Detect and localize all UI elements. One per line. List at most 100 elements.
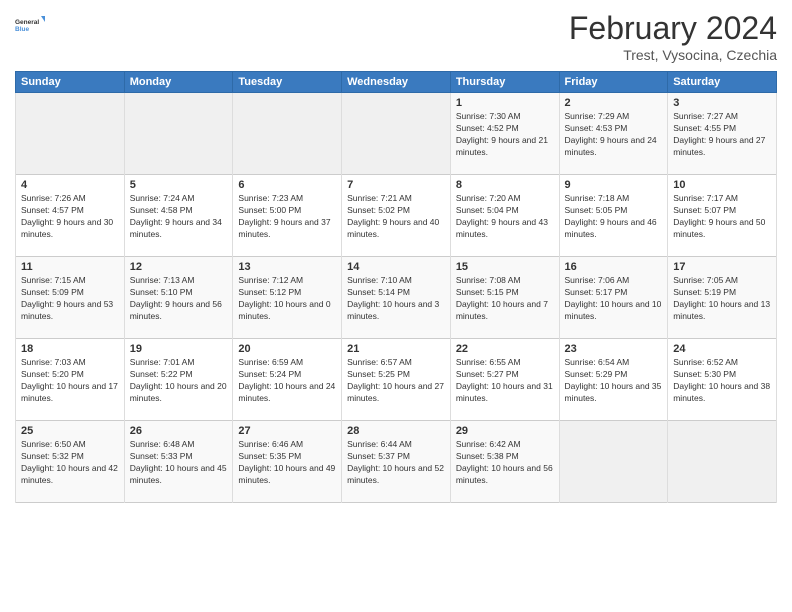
calendar-cell xyxy=(124,93,233,175)
day-number: 5 xyxy=(130,179,228,191)
day-number: 14 xyxy=(347,261,445,273)
day-info: Sunrise: 7:20 AMSunset: 5:04 PMDaylight:… xyxy=(456,193,554,241)
header-saturday: Saturday xyxy=(668,72,777,93)
day-info: Sunrise: 7:29 AMSunset: 4:53 PMDaylight:… xyxy=(565,111,663,159)
calendar-cell: 29 Sunrise: 6:42 AMSunset: 5:38 PMDayligh… xyxy=(450,421,559,503)
day-info: Sunrise: 6:50 AMSunset: 5:32 PMDaylight:… xyxy=(21,439,119,487)
day-info: Sunrise: 7:03 AMSunset: 5:20 PMDaylight:… xyxy=(21,357,119,405)
day-info: Sunrise: 7:21 AMSunset: 5:02 PMDaylight:… xyxy=(347,193,445,241)
header-friday: Friday xyxy=(559,72,668,93)
day-number: 12 xyxy=(130,261,228,273)
calendar-cell: 7Sunrise: 7:21 AMSunset: 5:02 PMDaylight… xyxy=(342,175,451,257)
day-number: 21 xyxy=(347,343,445,355)
day-info: Sunrise: 6:57 AMSunset: 5:25 PMDaylight:… xyxy=(347,357,445,405)
calendar-row-0: 1 Sunrise: 7:30 AMSunset: 4:52 PMDaylight… xyxy=(16,93,777,175)
day-info: Sunrise: 6:59 AMSunset: 5:24 PMDaylight:… xyxy=(238,357,336,405)
day-info: Sunrise: 6:55 AMSunset: 5:27 PMDaylight:… xyxy=(456,357,554,405)
calendar-row-3: 18 Sunrise: 7:03 AMSunset: 5:20 PMDayligh… xyxy=(16,339,777,421)
calendar-row-1: 4 Sunrise: 7:26 AMSunset: 4:57 PMDaylight… xyxy=(16,175,777,257)
day-info: Sunrise: 7:26 AMSunset: 4:57 PMDaylight:… xyxy=(21,193,119,241)
day-number: 4 xyxy=(21,179,119,191)
day-number: 15 xyxy=(456,261,554,273)
logo: General Blue xyxy=(15,10,45,40)
calendar-cell: 14 Sunrise: 7:10 AMSunset: 5:14 PMDayligh… xyxy=(342,257,451,339)
day-number: 18 xyxy=(21,343,119,355)
day-info: Sunrise: 7:24 AMSunset: 4:58 PMDaylight:… xyxy=(130,193,228,241)
day-info: Sunrise: 6:54 AMSunset: 5:29 PMDaylight:… xyxy=(565,357,663,405)
day-info: Sunrise: 7:15 AMSunset: 5:09 PMDaylight:… xyxy=(21,275,119,323)
day-number: 26 xyxy=(130,425,228,437)
calendar-table: Sunday Monday Tuesday Wednesday Thursday… xyxy=(15,71,777,503)
day-info: Sunrise: 7:06 AMSunset: 5:17 PMDaylight:… xyxy=(565,275,663,323)
day-number: 22 xyxy=(456,343,554,355)
day-number: 27 xyxy=(238,425,336,437)
header-thursday: Thursday xyxy=(450,72,559,93)
calendar-cell: 27 Sunrise: 6:46 AMSunset: 5:35 PMDayligh… xyxy=(233,421,342,503)
day-info: Sunrise: 6:52 AMSunset: 5:30 PMDaylight:… xyxy=(673,357,771,405)
day-info: Sunrise: 7:23 AMSunset: 5:00 PMDaylight:… xyxy=(238,193,336,241)
day-info: Sunrise: 7:30 AMSunset: 4:52 PMDaylight:… xyxy=(456,111,554,159)
svg-text:Blue: Blue xyxy=(15,26,29,33)
day-number: 1 xyxy=(456,97,554,109)
day-number: 13 xyxy=(238,261,336,273)
day-number: 17 xyxy=(673,261,771,273)
calendar-cell: 18 Sunrise: 7:03 AMSunset: 5:20 PMDayligh… xyxy=(16,339,125,421)
calendar-cell: 20Sunrise: 6:59 AMSunset: 5:24 PMDayligh… xyxy=(233,339,342,421)
day-number: 2 xyxy=(565,97,663,109)
day-info: Sunrise: 6:46 AMSunset: 5:35 PMDaylight:… xyxy=(238,439,336,487)
calendar-cell: 15 Sunrise: 7:08 AMSunset: 5:15 PMDayligh… xyxy=(450,257,559,339)
calendar-cell: 24Sunrise: 6:52 AMSunset: 5:30 PMDayligh… xyxy=(668,339,777,421)
calendar-cell: 13 Sunrise: 7:12 AMSunset: 5:12 PMDayligh… xyxy=(233,257,342,339)
calendar-cell: 2 Sunrise: 7:29 AMSunset: 4:53 PMDaylight… xyxy=(559,93,668,175)
day-number: 23 xyxy=(565,343,663,355)
day-info: Sunrise: 6:48 AMSunset: 5:33 PMDaylight:… xyxy=(130,439,228,487)
day-info: Sunrise: 7:17 AMSunset: 5:07 PMDaylight:… xyxy=(673,193,771,241)
calendar-cell: 1 Sunrise: 7:30 AMSunset: 4:52 PMDaylight… xyxy=(450,93,559,175)
calendar-cell: 26 Sunrise: 6:48 AMSunset: 5:33 PMDayligh… xyxy=(124,421,233,503)
calendar-cell: 25Sunrise: 6:50 AMSunset: 5:32 PMDayligh… xyxy=(16,421,125,503)
header: General Blue February 2024 Trest, Vysoci… xyxy=(15,10,777,63)
calendar-cell xyxy=(342,93,451,175)
calendar-cell: 3 Sunrise: 7:27 AMSunset: 4:55 PMDaylight… xyxy=(668,93,777,175)
calendar-cell: 22 Sunrise: 6:55 AMSunset: 5:27 PMDayligh… xyxy=(450,339,559,421)
calendar-body: 1 Sunrise: 7:30 AMSunset: 4:52 PMDaylight… xyxy=(16,93,777,503)
calendar-cell: 12 Sunrise: 7:13 AMSunset: 5:10 PMDayligh… xyxy=(124,257,233,339)
day-number: 19 xyxy=(130,343,228,355)
day-info: Sunrise: 7:27 AMSunset: 4:55 PMDaylight:… xyxy=(673,111,771,159)
calendar-cell: 6Sunrise: 7:23 AMSunset: 5:00 PMDaylight… xyxy=(233,175,342,257)
day-info: Sunrise: 7:18 AMSunset: 5:05 PMDaylight:… xyxy=(565,193,663,241)
calendar-header: Sunday Monday Tuesday Wednesday Thursday… xyxy=(16,72,777,93)
day-number: 9 xyxy=(565,179,663,191)
day-info: Sunrise: 6:42 AMSunset: 5:38 PMDaylight:… xyxy=(456,439,554,487)
calendar-cell xyxy=(668,421,777,503)
day-info: Sunrise: 6:44 AMSunset: 5:37 PMDaylight:… xyxy=(347,439,445,487)
calendar-cell: 28 Sunrise: 6:44 AMSunset: 5:37 PMDayligh… xyxy=(342,421,451,503)
day-number: 11 xyxy=(21,261,119,273)
day-info: Sunrise: 7:05 AMSunset: 5:19 PMDaylight:… xyxy=(673,275,771,323)
day-number: 16 xyxy=(565,261,663,273)
calendar-cell xyxy=(233,93,342,175)
header-row: Sunday Monday Tuesday Wednesday Thursday… xyxy=(16,72,777,93)
calendar-cell: 19Sunrise: 7:01 AMSunset: 5:22 PMDayligh… xyxy=(124,339,233,421)
day-info: Sunrise: 7:10 AMSunset: 5:14 PMDaylight:… xyxy=(347,275,445,323)
day-number: 28 xyxy=(347,425,445,437)
calendar-cell: 5 Sunrise: 7:24 AMSunset: 4:58 PMDaylight… xyxy=(124,175,233,257)
day-info: Sunrise: 7:13 AMSunset: 5:10 PMDaylight:… xyxy=(130,275,228,323)
day-number: 3 xyxy=(673,97,771,109)
calendar-cell: 16 Sunrise: 7:06 AMSunset: 5:17 PMDayligh… xyxy=(559,257,668,339)
calendar-row-2: 11 Sunrise: 7:15 AMSunset: 5:09 PMDayligh… xyxy=(16,257,777,339)
page: General Blue February 2024 Trest, Vysoci… xyxy=(0,0,792,612)
calendar-cell xyxy=(16,93,125,175)
header-monday: Monday xyxy=(124,72,233,93)
header-sunday: Sunday xyxy=(16,72,125,93)
calendar-cell: 21 Sunrise: 6:57 AMSunset: 5:25 PMDayligh… xyxy=(342,339,451,421)
header-wednesday: Wednesday xyxy=(342,72,451,93)
day-info: Sunrise: 7:12 AMSunset: 5:12 PMDaylight:… xyxy=(238,275,336,323)
day-number: 10 xyxy=(673,179,771,191)
day-number: 29 xyxy=(456,425,554,437)
calendar-cell: 23 Sunrise: 6:54 AMSunset: 5:29 PMDayligh… xyxy=(559,339,668,421)
day-info: Sunrise: 7:08 AMSunset: 5:15 PMDaylight:… xyxy=(456,275,554,323)
calendar-cell xyxy=(559,421,668,503)
svg-text:General: General xyxy=(15,19,39,26)
calendar-subtitle: Trest, Vysocina, Czechia xyxy=(569,47,777,63)
